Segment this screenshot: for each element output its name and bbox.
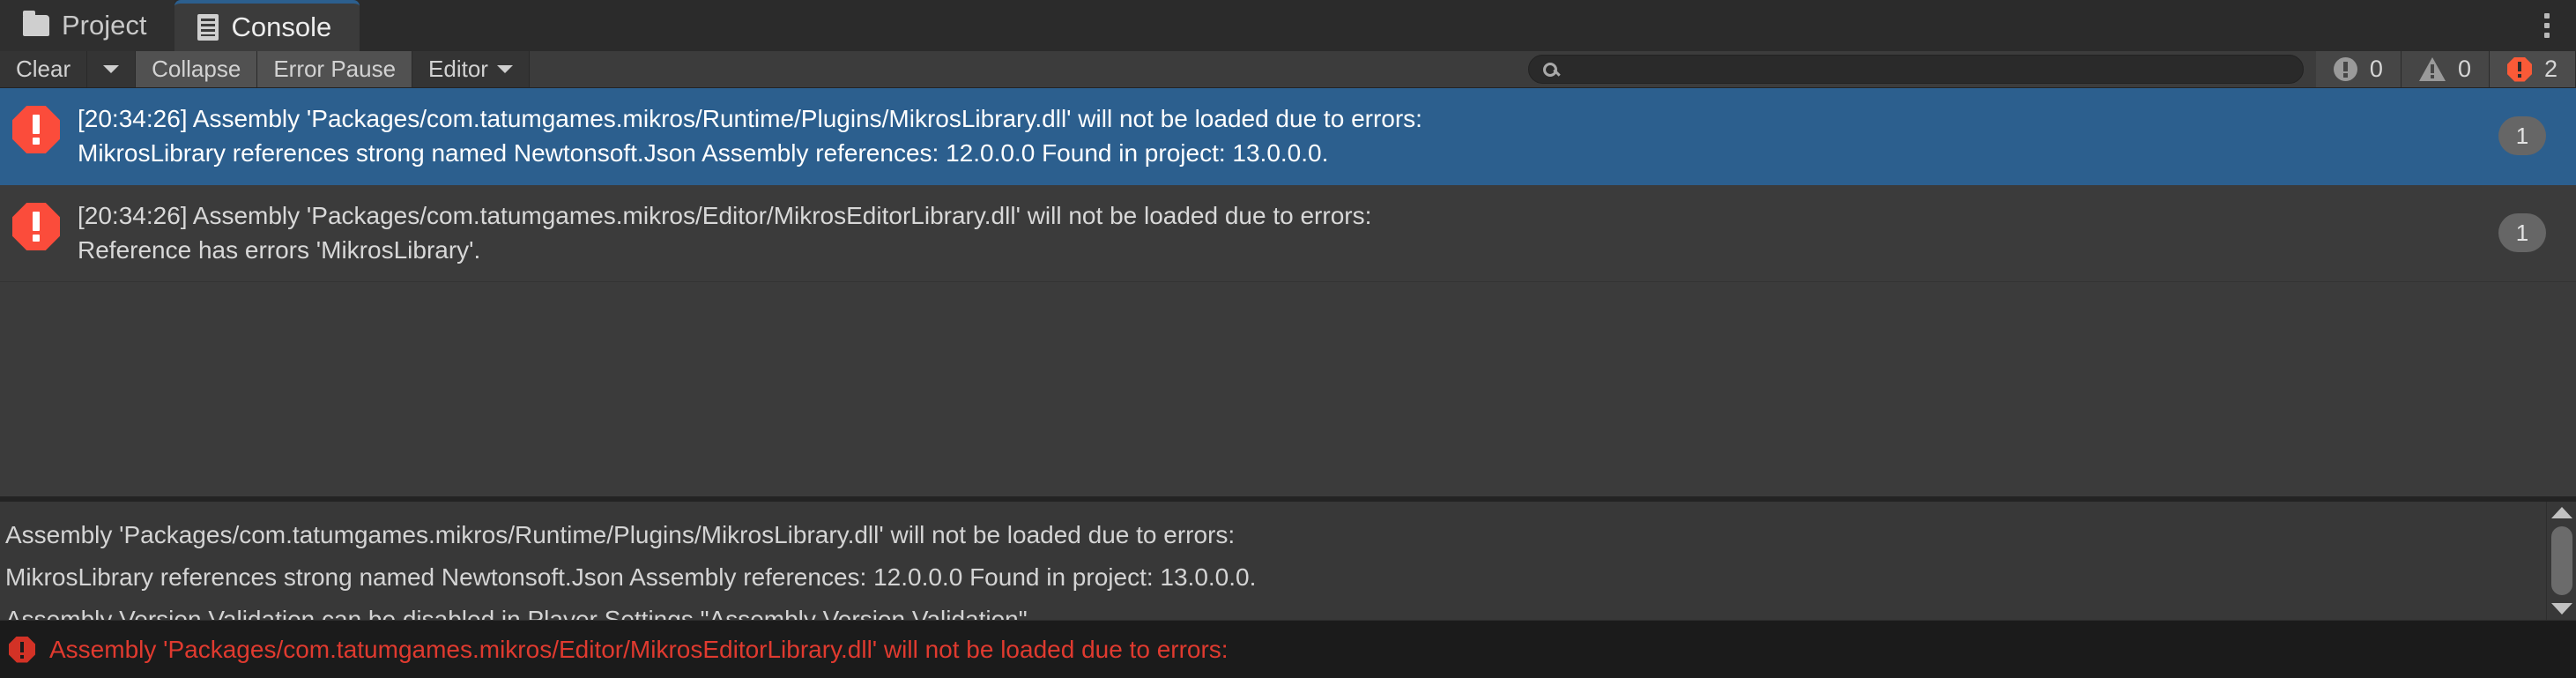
editor-dropdown-button[interactable]: Editor [412, 51, 530, 87]
search-field[interactable] [1527, 55, 2304, 84]
detail-line-1: Assembly 'Packages/com.tatumgames.mikros… [5, 521, 1236, 548]
clear-button-label: Clear [16, 56, 71, 82]
kebab-dot [2544, 33, 2550, 38]
error-octagon-icon [12, 203, 60, 250]
error-pause-toggle[interactable]: Error Pause [257, 51, 413, 87]
status-bar-message: Assembly 'Packages/com.tatumgames.mikros… [49, 635, 1229, 663]
log-entry-text: [20:34:26] Assembly 'Packages/com.tatumg… [78, 197, 2498, 267]
error-octagon-icon [2506, 56, 2532, 82]
console-icon [197, 14, 219, 41]
warning-triangle-icon [2418, 57, 2446, 81]
status-bar[interactable]: Assembly 'Packages/com.tatumgames.mikros… [0, 620, 2576, 678]
search-input[interactable] [1567, 56, 2289, 82]
info-count-toggle[interactable]: 0 [2315, 51, 2402, 87]
clear-button[interactable]: Clear [0, 51, 88, 87]
toolbar-spacer-right [2303, 51, 2316, 87]
folder-icon [23, 11, 49, 36]
tab-console[interactable]: Console [174, 0, 360, 51]
chevron-down-icon [103, 65, 120, 73]
log-entry-line-1: [20:34:26] Assembly 'Packages/com.tatumg… [78, 105, 1422, 132]
tab-console-label: Console [231, 11, 332, 42]
error-count-toggle[interactable]: 2 [2489, 51, 2576, 87]
kebab-menu-icon[interactable] [2544, 13, 2550, 38]
warning-count-toggle[interactable]: 0 [2401, 51, 2490, 87]
detail-vertical-scrollbar[interactable] [2546, 502, 2576, 620]
search-icon [1542, 62, 1557, 77]
tab-project-label: Project [62, 10, 147, 41]
kebab-dot [2544, 23, 2550, 28]
log-detail-text[interactable]: Assembly 'Packages/com.tatumgames.mikros… [0, 502, 2546, 620]
log-entry-line-2: MikrosLibrary references strong named Ne… [78, 138, 1329, 167]
scroll-down-arrow-icon[interactable] [2550, 603, 2572, 615]
error-count-value: 2 [2543, 56, 2557, 82]
log-entry-count-badge: 1 [2498, 116, 2546, 155]
info-count-value: 0 [2369, 56, 2383, 82]
collapse-toggle-label: Collapse [152, 56, 241, 82]
editor-dropdown-label: Editor [428, 56, 488, 82]
log-entry-line-1: [20:34:26] Assembly 'Packages/com.tatumg… [78, 202, 1372, 229]
warning-count-value: 0 [2457, 56, 2471, 82]
window-tab-bar: Project Console [0, 0, 2576, 51]
clear-dropdown-button[interactable] [87, 51, 137, 87]
log-entry-count-badge: 1 [2498, 213, 2546, 252]
info-circle-icon [2333, 57, 2357, 81]
unity-console-window: Project Console Clear Collapse Error Pau… [0, 0, 2576, 678]
tab-project[interactable]: Project [0, 0, 175, 51]
log-detail-pane: Assembly 'Packages/com.tatumgames.mikros… [0, 502, 2576, 620]
kebab-dot [2544, 13, 2550, 19]
toolbar-spacer [529, 51, 1528, 87]
detail-line-2: MikrosLibrary references strong named Ne… [5, 563, 1257, 592]
scrollbar-thumb[interactable] [2550, 526, 2572, 595]
collapse-toggle[interactable]: Collapse [136, 51, 258, 87]
log-entry-row[interactable]: [20:34:26] Assembly 'Packages/com.tatumg… [0, 88, 2576, 185]
error-pause-toggle-label: Error Pause [273, 56, 397, 82]
console-log-list[interactable]: [20:34:26] Assembly 'Packages/com.tatumg… [0, 88, 2576, 496]
error-octagon-icon [9, 636, 35, 663]
console-toolbar: Clear Collapse Error Pause Editor 0 0 2 [0, 51, 2576, 88]
chevron-down-icon [496, 65, 513, 73]
detail-line-3: Assembly Version Validation can be disab… [5, 606, 1028, 620]
log-entry-row[interactable]: [20:34:26] Assembly 'Packages/com.tatumg… [0, 185, 2576, 282]
scroll-up-arrow-icon[interactable] [2550, 507, 2572, 518]
error-octagon-icon [12, 106, 60, 153]
log-entry-text: [20:34:26] Assembly 'Packages/com.tatumg… [78, 101, 2498, 170]
tab-bar-empty-area [360, 0, 2576, 51]
log-entry-line-2: Reference has errors 'MikrosLibrary'. [78, 235, 481, 264]
